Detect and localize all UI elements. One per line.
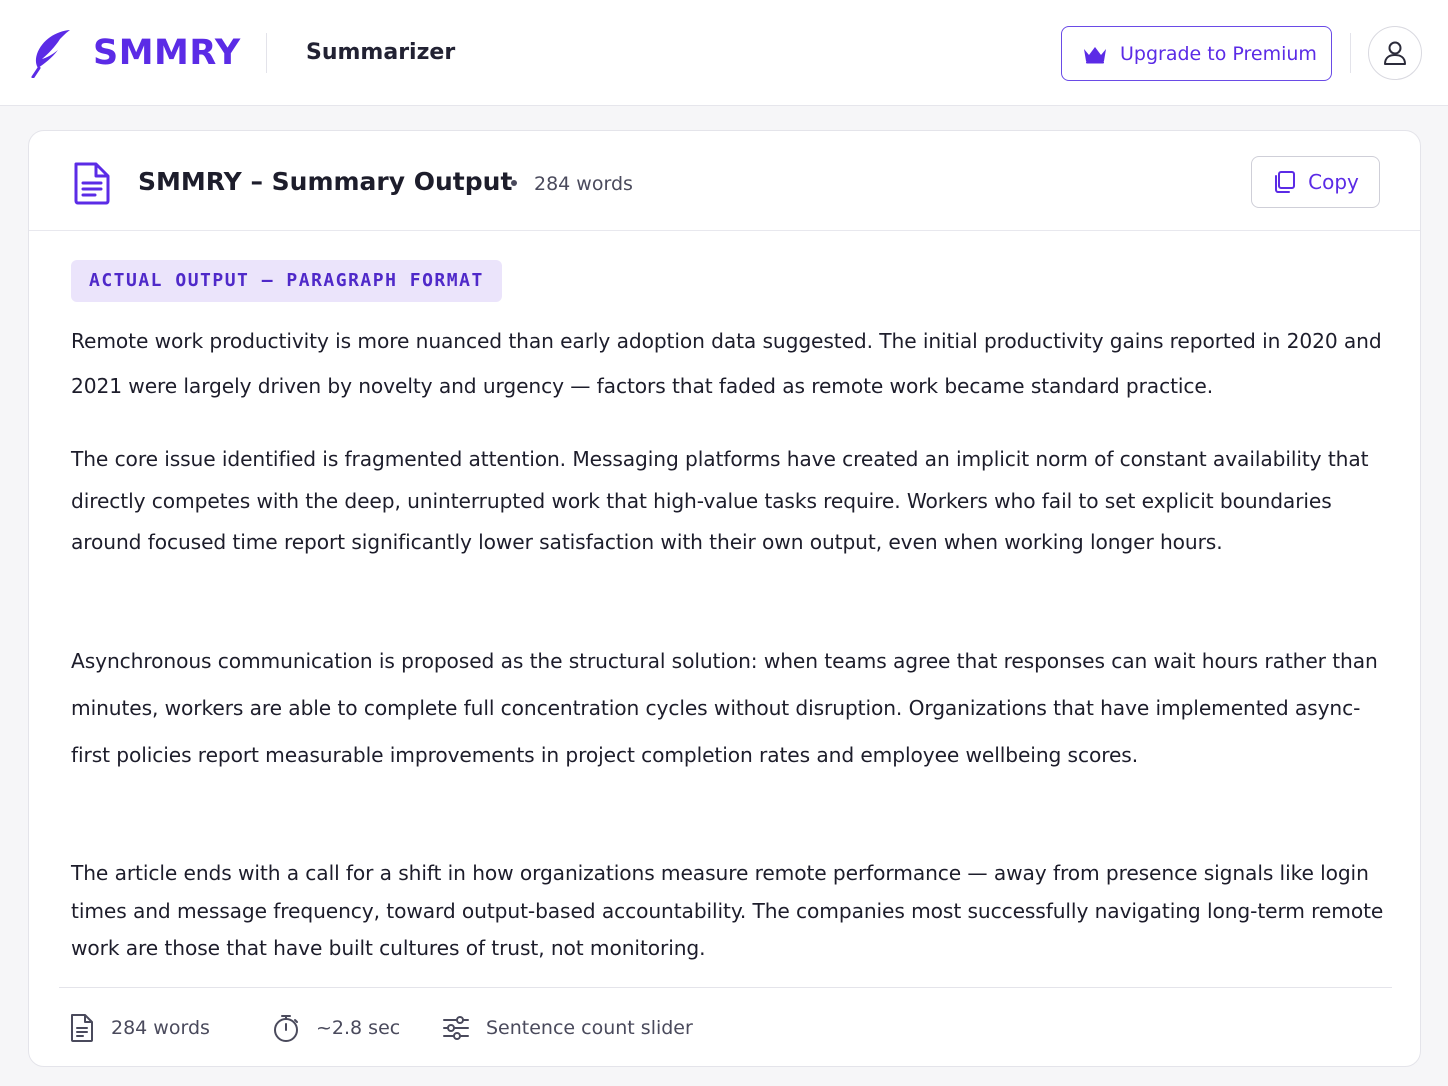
footer-time-label: ~2.8 sec [316, 1017, 401, 1039]
summary-paragraph: Remote work productivity is more nuanced… [71, 329, 1382, 398]
word-count: 284 words [534, 173, 633, 195]
summary-paragraph: Asynchronous communication is proposed a… [71, 649, 1378, 767]
stopwatch-icon [274, 1015, 298, 1042]
footer-slider-label: Sentence count slider [486, 1017, 693, 1039]
document-icon [74, 162, 110, 205]
crown-icon [1084, 46, 1106, 63]
card-title: SMMRY – Summary Output [138, 167, 513, 196]
sliders-icon [443, 1016, 469, 1040]
upgrade-to-premium-button[interactable]: Upgrade to Premium [1061, 26, 1332, 81]
format-badge: ACTUAL OUTPUT – PARAGRAPH FORMAT [71, 260, 502, 302]
card-header: SMMRY – Summary Output 284 words Copy [29, 131, 1420, 231]
footer-time: ~2.8 sec [272, 1011, 400, 1045]
copy-icon [1275, 171, 1296, 193]
footer-words-label: 284 words [111, 1017, 210, 1039]
document-icon [71, 1014, 93, 1042]
summary-paragraph: The core issue identified is fragmented … [71, 447, 1369, 554]
feather-icon[interactable] [30, 28, 72, 78]
top-header: SMMRY Summarizer Upgrade to Premium [0, 0, 1448, 106]
brand-logo-text[interactable]: SMMRY [93, 32, 241, 74]
separator-dot [511, 180, 517, 186]
summary-output-card: SMMRY – Summary Output 284 words Copy AC… [28, 130, 1421, 1067]
footer-word-count: 284 words [69, 1011, 210, 1045]
app-name: Summarizer [306, 40, 456, 65]
footer-divider [59, 987, 1392, 988]
copy-button[interactable]: Copy [1251, 156, 1380, 208]
summary-paragraph: The article ends with a call for a shift… [71, 861, 1384, 960]
header-divider [1350, 33, 1351, 73]
user-icon [1384, 41, 1406, 65]
header-divider [266, 33, 267, 73]
footer-slider[interactable]: Sentence count slider [442, 1011, 693, 1045]
upgrade-label: Upgrade to Premium [1120, 42, 1317, 65]
user-account-button[interactable] [1368, 26, 1422, 80]
copy-label: Copy [1308, 170, 1359, 194]
